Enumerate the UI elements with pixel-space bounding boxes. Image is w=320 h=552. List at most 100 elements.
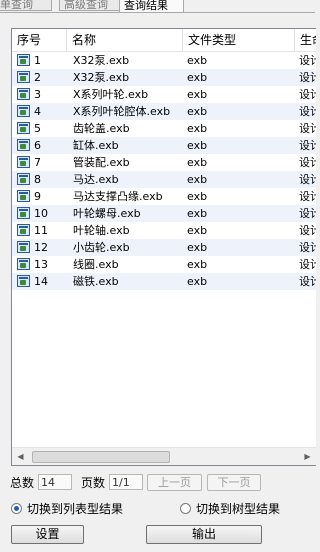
cell-file-type: exb xyxy=(187,71,208,84)
cell-lifecycle: 设计 xyxy=(299,71,316,84)
page-label: 页数 xyxy=(81,476,106,490)
cell-lifecycle: 设计 xyxy=(299,275,316,288)
cell-file-type: exb xyxy=(187,88,208,101)
file-icon xyxy=(17,88,30,100)
radio-selected-icon[interactable] xyxy=(11,503,22,514)
cell-index: 14 xyxy=(34,275,48,288)
cell-file-type: exb xyxy=(187,224,208,237)
radio-unselected-icon[interactable] xyxy=(180,503,191,514)
file-icon xyxy=(17,122,30,134)
file-icon xyxy=(17,207,30,219)
cell-file-type: exb xyxy=(187,207,208,220)
scroll-left-arrow-icon[interactable]: ◀ xyxy=(12,448,29,465)
cell-file-type: exb xyxy=(187,173,208,186)
table-row[interactable]: 12 小齿轮.exb exb 设计 xyxy=(12,239,316,256)
next-page-button[interactable]: 下一页 xyxy=(207,474,261,491)
table-row[interactable]: 3 X系列叶轮.exb exb 设计 xyxy=(12,86,316,103)
cell-name: X32泵.exb xyxy=(73,54,130,67)
file-icon xyxy=(17,190,30,202)
cell-name: 马达.exb xyxy=(73,173,119,186)
cell-name: 管装配.exb xyxy=(73,156,130,169)
table-row[interactable]: 2 X32泵.exb exb 设计 xyxy=(12,69,316,86)
scrollbar-thumb[interactable] xyxy=(32,451,170,463)
cell-lifecycle: 设计 xyxy=(299,224,316,237)
cell-lifecycle: 设计 xyxy=(299,88,316,101)
file-icon xyxy=(17,224,30,236)
column-header-file-type[interactable]: 文件类型 xyxy=(183,29,295,52)
cell-index: 6 xyxy=(34,139,41,152)
prev-page-button[interactable]: 上一页 xyxy=(147,474,202,491)
cell-file-type: exb xyxy=(187,105,208,118)
total-label: 总数 xyxy=(10,476,35,490)
table-row[interactable]: 6 缸体.exb exb 设计 xyxy=(12,137,316,154)
results-list[interactable]: 序号 名称 文件类型 生命 1 X32泵.exb exb 设计 2 X32泵.exb exb… xyxy=(11,28,316,466)
cell-name: 叶轮螺母.exb xyxy=(73,207,141,220)
table-row[interactable]: 1 X32泵.exb exb 设计 xyxy=(12,52,316,69)
table-row[interactable]: 14 磁铁.exb exb 设计 xyxy=(12,273,316,290)
cell-name: 叶轮轴.exb xyxy=(73,224,130,237)
file-icon xyxy=(17,258,30,270)
cell-file-type: exb xyxy=(187,190,208,203)
cell-lifecycle: 设计 xyxy=(299,173,316,186)
cell-index: 1 xyxy=(34,54,41,67)
table-row[interactable]: 8 马达.exb exb 设计 xyxy=(12,171,316,188)
total-count-field: 14 xyxy=(38,474,72,490)
table-row[interactable]: 5 齿轮盖.exb exb 设计 xyxy=(12,120,316,137)
file-icon xyxy=(17,241,30,253)
scroll-right-arrow-icon[interactable]: ▶ xyxy=(299,448,316,465)
cell-lifecycle: 设计 xyxy=(299,54,316,67)
cell-lifecycle: 设计 xyxy=(299,105,316,118)
cell-file-type: exb xyxy=(187,258,208,271)
switch-to-list-label: 切换到列表型结果 xyxy=(27,502,124,516)
switch-to-tree-label: 切换到树型结果 xyxy=(196,502,281,516)
table-row[interactable]: 9 马达支撑凸缘.exb exb 设计 xyxy=(12,188,316,205)
table-row[interactable]: 4 X系列叶轮腔体.exb exb 设计 xyxy=(12,103,316,120)
cell-index: 13 xyxy=(34,258,48,271)
cell-index: 8 xyxy=(34,173,41,186)
cell-index: 7 xyxy=(34,156,41,169)
cell-index: 3 xyxy=(34,88,41,101)
cell-index: 12 xyxy=(34,241,48,254)
tab-query-results[interactable]: 查询结果 xyxy=(119,0,184,13)
settings-button[interactable]: 设置 xyxy=(11,525,84,544)
file-icon xyxy=(17,156,30,168)
column-header-index[interactable]: 序号 xyxy=(12,29,67,52)
list-rows: 1 X32泵.exb exb 设计 2 X32泵.exb exb 设计 3 X系列叶轮.exb ex… xyxy=(12,52,316,290)
cell-name: 磁铁.exb xyxy=(73,275,119,288)
file-icon xyxy=(17,173,30,185)
cell-lifecycle: 设计 xyxy=(299,207,316,220)
cell-file-type: exb xyxy=(187,54,208,67)
table-row[interactable]: 11 叶轮轴.exb exb 设计 xyxy=(12,222,316,239)
cell-lifecycle: 设计 xyxy=(299,241,316,254)
cell-file-type: exb xyxy=(187,275,208,288)
cell-name: 缸体.exb xyxy=(73,139,119,152)
cell-lifecycle: 设计 xyxy=(299,190,316,203)
output-button[interactable]: 输出 xyxy=(146,525,262,544)
list-header: 序号 名称 文件类型 生命 xyxy=(12,29,316,52)
file-icon xyxy=(17,275,30,287)
tab-strip: 简单查询 高级查询 查询结果 xyxy=(0,0,315,14)
table-row[interactable]: 10 叶轮螺母.exb exb 设计 xyxy=(12,205,316,222)
cell-name: 马达支撑凸缘.exb xyxy=(73,190,163,203)
cell-lifecycle: 设计 xyxy=(299,139,316,152)
cell-file-type: exb xyxy=(187,122,208,135)
file-icon xyxy=(17,139,30,151)
cell-file-type: exb xyxy=(187,241,208,254)
cell-file-type: exb xyxy=(187,156,208,169)
table-row[interactable]: 13 线圈.exb exb 设计 xyxy=(12,256,316,273)
cell-index: 10 xyxy=(34,207,48,220)
cell-name: 齿轮盖.exb xyxy=(73,122,130,135)
cell-file-type: exb xyxy=(187,139,208,152)
column-header-lifecycle[interactable]: 生命 xyxy=(295,29,316,52)
cell-lifecycle: 设计 xyxy=(299,122,316,135)
tab-simple-query[interactable]: 简单查询 xyxy=(0,0,52,11)
horizontal-scrollbar[interactable]: ◀ ▶ xyxy=(12,447,316,465)
cell-lifecycle: 设计 xyxy=(299,258,316,271)
cell-name: X32泵.exb xyxy=(73,71,130,84)
tab-advanced-query[interactable]: 高级查询 xyxy=(59,0,121,11)
cell-name: X系列叶轮腔体.exb xyxy=(73,105,171,118)
column-header-name[interactable]: 名称 xyxy=(67,29,183,52)
file-icon xyxy=(17,54,30,66)
cell-index: 9 xyxy=(34,190,41,203)
table-row[interactable]: 7 管装配.exb exb 设计 xyxy=(12,154,316,171)
